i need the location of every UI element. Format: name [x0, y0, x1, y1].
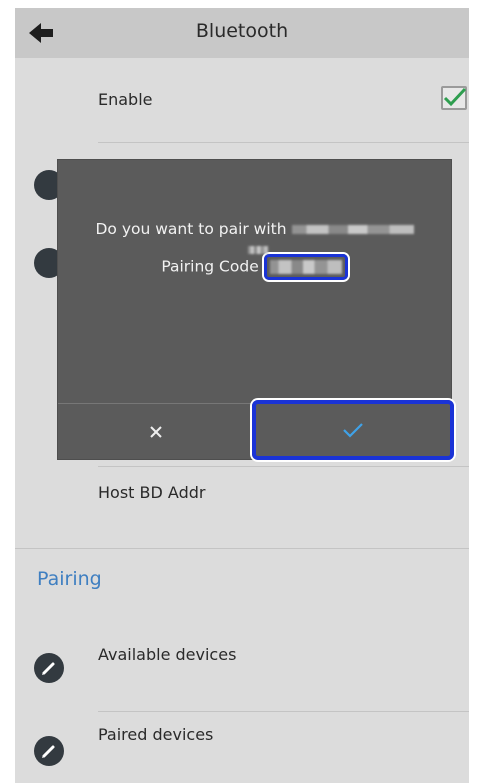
available-devices-item[interactable]: Available devices: [15, 633, 469, 703]
divider: [98, 466, 469, 467]
dialog-message: Do you want to pair with Pairing Code: [58, 219, 451, 280]
available-devices-label: Available devices: [98, 645, 237, 664]
confirm-pair-button[interactable]: [252, 400, 454, 460]
divider: [98, 711, 469, 712]
section-divider: [15, 548, 469, 549]
app-header: Bluetooth: [15, 8, 469, 58]
pairing-code-highlight: [263, 254, 348, 280]
pairing-dialog: Do you want to pair with Pairing Code: [58, 160, 454, 460]
pencil-icon: [34, 653, 64, 683]
redacted-device-name: [291, 225, 414, 234]
host-bd-addr-label: Host BD Addr: [98, 483, 206, 502]
enable-label: Enable: [98, 90, 153, 109]
enable-checkbox[interactable]: [441, 86, 467, 110]
pairing-section-title: Pairing: [37, 568, 102, 590]
pencil-icon: [34, 736, 64, 766]
pair-question-text: Do you want to pair with: [95, 220, 287, 238]
paired-devices-item[interactable]: Paired devices: [15, 713, 469, 783]
bluetooth-screen: Bluetooth Enable Host BD Addr Pairing Av…: [15, 8, 469, 783]
paired-devices-label: Paired devices: [98, 725, 214, 744]
pairing-code-label: Pairing Code: [161, 257, 259, 276]
redacted-device-name: [247, 245, 268, 254]
cancel-button[interactable]: [58, 404, 254, 459]
close-icon: [150, 426, 162, 438]
redacted-pairing-code: [269, 260, 342, 274]
divider: [98, 142, 469, 143]
check-icon: [443, 87, 467, 107]
check-icon: [343, 423, 363, 438]
page-title: Bluetooth: [195, 20, 289, 42]
